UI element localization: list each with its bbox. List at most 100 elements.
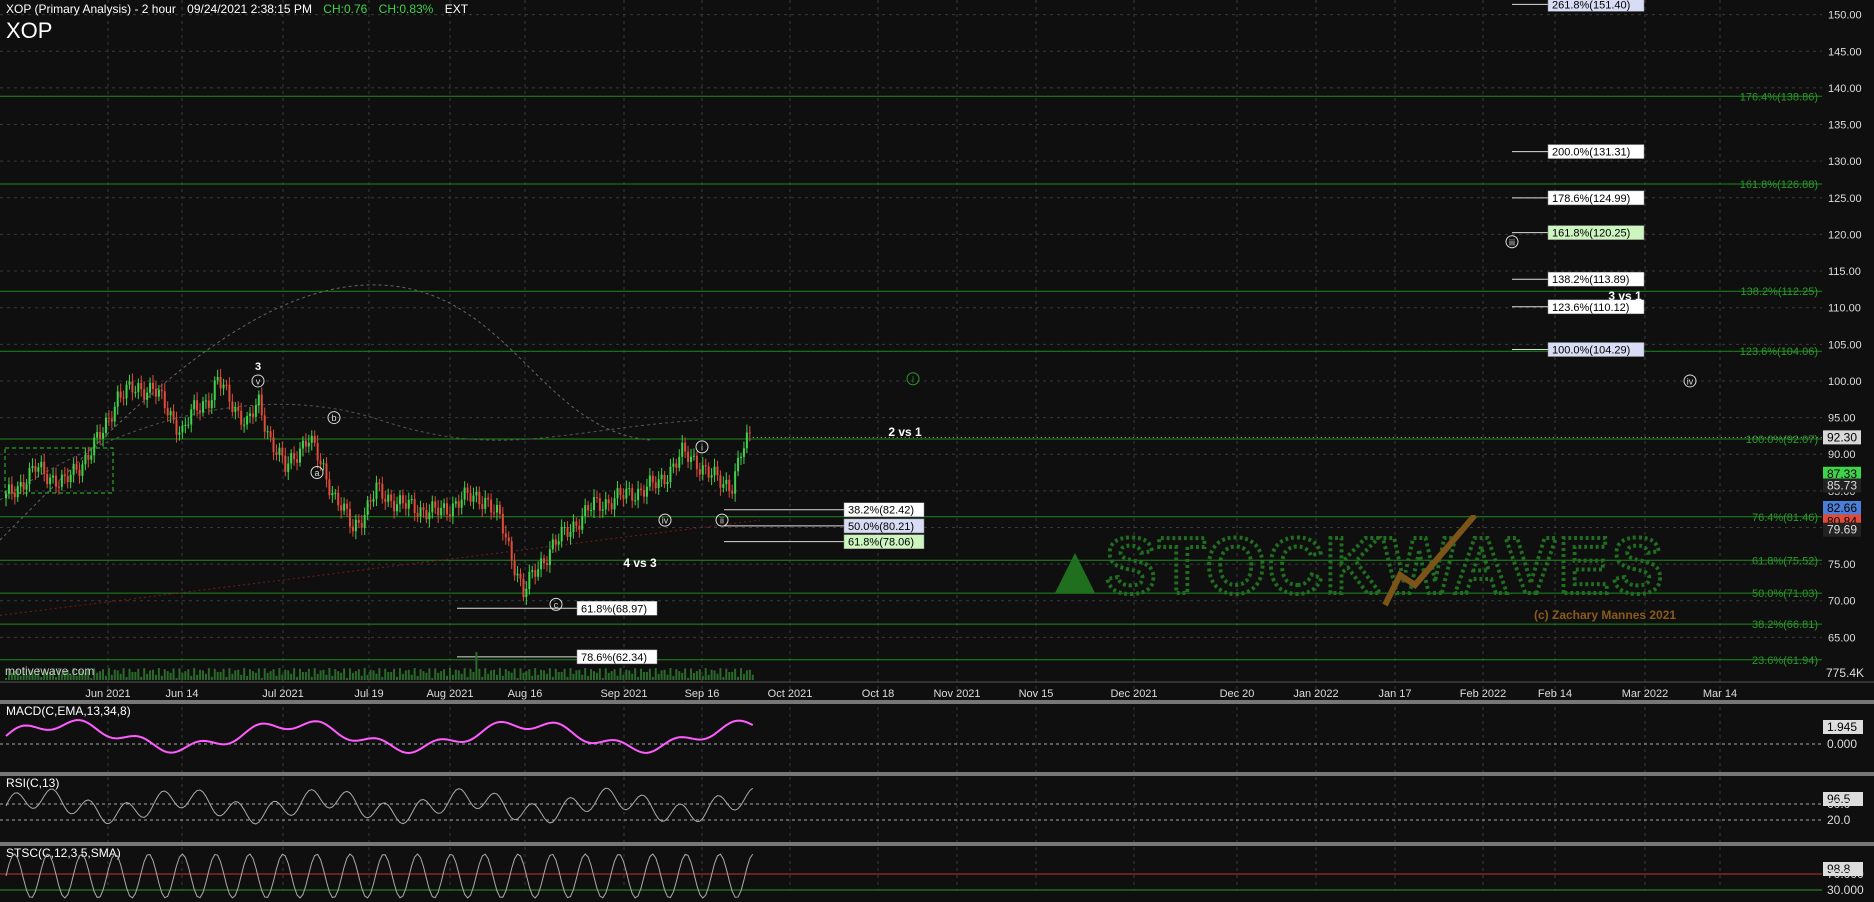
volume-bar bbox=[354, 671, 357, 680]
y-tick-label: 115.00 bbox=[1828, 266, 1861, 278]
candle-body bbox=[525, 588, 528, 597]
candle-body bbox=[199, 410, 202, 413]
y-tick-label: 135.00 bbox=[1828, 120, 1862, 132]
volume-bar bbox=[131, 671, 134, 680]
candle-body bbox=[154, 388, 157, 397]
volume-bar bbox=[287, 670, 290, 680]
candle-body bbox=[354, 519, 357, 532]
candle-body bbox=[40, 461, 43, 468]
candle-body bbox=[102, 432, 105, 439]
candle-body bbox=[181, 425, 184, 433]
candle-body bbox=[281, 447, 284, 456]
volume-bar bbox=[181, 672, 184, 680]
volume-bar bbox=[657, 673, 660, 680]
candle-body bbox=[234, 407, 237, 412]
watermark-triangle-icon bbox=[1055, 553, 1095, 593]
chart-header: XOP (Primary Analysis) - 2 hour 09/24/20… bbox=[6, 2, 476, 16]
candle-body bbox=[216, 376, 219, 381]
candle-body bbox=[401, 495, 404, 504]
candle-body bbox=[343, 503, 346, 511]
candle-body bbox=[122, 397, 125, 399]
candle-body bbox=[325, 463, 328, 480]
candle-body bbox=[593, 497, 595, 510]
volume-bar bbox=[313, 668, 316, 680]
volume-bar bbox=[275, 675, 278, 680]
volume-bar bbox=[5, 678, 7, 680]
volume-bar bbox=[237, 669, 240, 680]
candle-body bbox=[648, 475, 651, 487]
volume-bar bbox=[728, 672, 731, 680]
volume-bar bbox=[545, 673, 548, 680]
volume-bar bbox=[434, 668, 437, 680]
price-axis-label: 92.30 bbox=[1827, 430, 1857, 444]
x-tick-label: Sep 2021 bbox=[600, 688, 647, 700]
wave-label: i bbox=[912, 374, 914, 384]
candle-body bbox=[728, 479, 731, 491]
volume-bar bbox=[737, 676, 740, 680]
candle-body bbox=[446, 503, 448, 515]
price-change-pct: CH:0.83% bbox=[378, 2, 434, 16]
candle-body bbox=[37, 467, 40, 472]
y-tick-label: 90.00 bbox=[1828, 449, 1856, 461]
candle-body bbox=[669, 466, 672, 483]
volume-bar bbox=[437, 672, 440, 680]
volume-bar bbox=[193, 668, 196, 680]
candle-body bbox=[243, 424, 246, 426]
volume-bar bbox=[390, 671, 393, 680]
candle-body bbox=[740, 456, 742, 458]
x-tick-label: Jun 14 bbox=[165, 688, 198, 700]
indicator-tick-label: 70.000 bbox=[1827, 867, 1864, 881]
volume-bar bbox=[554, 668, 557, 680]
volume-bar bbox=[422, 671, 425, 680]
volume-bar bbox=[210, 676, 213, 680]
volume-bar bbox=[419, 669, 422, 680]
candle-body bbox=[63, 474, 66, 476]
candle-body bbox=[628, 488, 631, 490]
fib-level-label: 23.6%(61.94) bbox=[1752, 655, 1818, 667]
candle-body bbox=[43, 461, 46, 474]
candle-body bbox=[16, 486, 19, 498]
candle-body bbox=[563, 526, 566, 528]
volume-bar bbox=[598, 668, 601, 680]
candle-body bbox=[104, 417, 107, 433]
candle-body bbox=[346, 503, 349, 509]
x-tick-label: Jan 17 bbox=[1378, 688, 1411, 700]
candle-body bbox=[110, 418, 113, 422]
candle-body bbox=[437, 507, 440, 516]
volume-bar bbox=[343, 668, 346, 680]
candle-body bbox=[54, 475, 57, 487]
volume-bar bbox=[234, 670, 237, 680]
volume-bar bbox=[731, 671, 734, 680]
volume-bar bbox=[581, 674, 584, 680]
candle-body bbox=[654, 482, 657, 489]
candle-body bbox=[378, 482, 381, 484]
y-tick-label: 150.00 bbox=[1828, 10, 1862, 22]
volume-bar bbox=[475, 651, 478, 680]
candle-body bbox=[360, 522, 363, 528]
candle-body bbox=[725, 479, 728, 485]
wave-label: i bbox=[701, 442, 703, 452]
volume-bar bbox=[619, 668, 622, 680]
y-tick-label: 65.00 bbox=[1828, 632, 1856, 644]
candle-body bbox=[328, 479, 331, 496]
candle-body bbox=[642, 490, 645, 497]
candle-body bbox=[472, 495, 475, 502]
site-label: motivewave.com bbox=[5, 664, 95, 678]
volume-bar bbox=[495, 674, 498, 680]
volume-bar bbox=[360, 675, 363, 680]
volume-bar bbox=[410, 674, 413, 680]
fib-level-label: 76.4%(81.46) bbox=[1752, 512, 1818, 524]
candle-body bbox=[631, 488, 634, 501]
volume-bar bbox=[460, 673, 463, 680]
volume-bar bbox=[119, 673, 122, 680]
volume-bar bbox=[366, 674, 369, 680]
indicator-tick-label: 20.0 bbox=[1827, 813, 1851, 827]
volume-bar bbox=[190, 675, 193, 680]
candle-body bbox=[690, 456, 693, 462]
candle-body bbox=[557, 541, 560, 545]
volume-bar bbox=[269, 671, 272, 680]
volume-bar bbox=[569, 668, 572, 680]
volume-bar bbox=[692, 672, 695, 680]
volume-bar bbox=[637, 676, 640, 680]
candle-body bbox=[366, 500, 369, 515]
